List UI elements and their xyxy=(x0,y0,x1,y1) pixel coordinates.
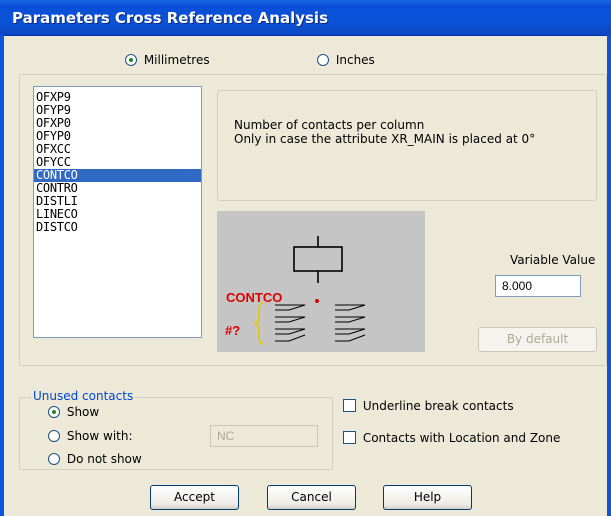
by-default-button[interactable]: By default xyxy=(478,327,597,352)
title-bar[interactable]: Parameters Cross Reference Analysis xyxy=(0,0,611,36)
underline-break-label: Underline break contacts xyxy=(362,399,514,413)
show-with-input[interactable] xyxy=(210,425,318,447)
location-zone-label: Contacts with Location and Zone xyxy=(362,431,561,445)
radio-inches-indicator[interactable] xyxy=(317,54,329,66)
radio-show-with[interactable]: Show with: xyxy=(48,429,133,443)
unused-contacts-legend: Unused contacts xyxy=(31,389,136,403)
radio-do-not-show-label: Do not show xyxy=(66,452,142,466)
underline-break-checkbox[interactable]: Underline break contacts xyxy=(343,399,514,413)
bracket-icon xyxy=(253,302,264,345)
illustration-label: CONTCO xyxy=(226,290,283,305)
location-zone-box[interactable] xyxy=(343,431,356,444)
variable-value-label: Variable Value xyxy=(510,253,596,267)
red-dot xyxy=(315,299,319,303)
underline-break-box[interactable] xyxy=(343,399,356,412)
radio-millimetres-label: Millimetres xyxy=(143,53,210,67)
radio-millimetres[interactable]: Millimetres xyxy=(125,53,210,67)
radio-inches[interactable]: Inches xyxy=(317,53,375,67)
radio-show-with-label: Show with: xyxy=(66,429,133,443)
radio-show-indicator[interactable] xyxy=(48,406,60,418)
list-item[interactable]: DISTCO xyxy=(34,221,201,234)
contact-diagram xyxy=(253,236,366,345)
window-frame-left xyxy=(0,35,4,516)
window-frame-right xyxy=(607,35,611,516)
radio-show-label: Show xyxy=(66,405,100,419)
radio-show[interactable]: Show xyxy=(48,405,99,419)
radio-show-with-indicator[interactable] xyxy=(48,430,60,442)
radio-millimetres-indicator[interactable] xyxy=(125,54,137,66)
radio-inches-label: Inches xyxy=(335,53,375,67)
help-button[interactable]: Help xyxy=(383,485,472,510)
window-title: Parameters Cross Reference Analysis xyxy=(12,9,329,27)
parameter-illustration: CONTCO #? xyxy=(217,211,425,352)
illustration-marker: #? xyxy=(225,323,241,338)
parameter-list[interactable]: OFXP9 OFYP9 OFXP0 OFYP0 OFXCC OFYCC CONT… xyxy=(33,86,202,338)
description-line-1: Number of contacts per column xyxy=(234,118,425,132)
radio-do-not-show[interactable]: Do not show xyxy=(48,452,142,466)
description-line-2: Only in case the attribute XR_MAIN is pl… xyxy=(234,132,536,146)
location-zone-checkbox[interactable]: Contacts with Location and Zone xyxy=(343,431,560,445)
variable-value-input[interactable] xyxy=(495,275,581,297)
cancel-button[interactable]: Cancel xyxy=(267,485,356,510)
radio-do-not-show-indicator[interactable] xyxy=(48,453,60,465)
accept-button[interactable]: Accept xyxy=(150,485,239,510)
